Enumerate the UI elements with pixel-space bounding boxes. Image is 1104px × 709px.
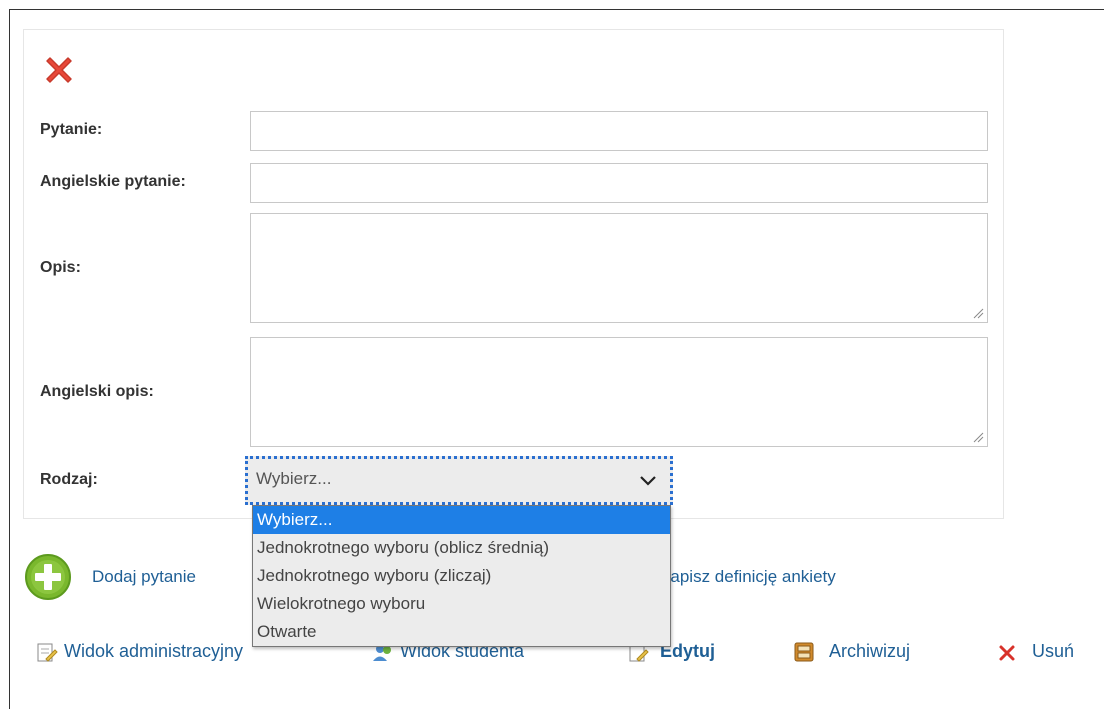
resize-grip-icon[interactable] [972, 307, 984, 319]
type-option[interactable]: Wybierz... [253, 506, 670, 534]
question-en-input[interactable] [250, 163, 988, 203]
question-label: Pytanie: [40, 121, 103, 138]
chevron-down-icon [640, 476, 656, 486]
archive-link[interactable]: Archiwizuj [829, 641, 910, 662]
description-en-textarea[interactable] [250, 337, 988, 447]
add-question-link[interactable]: Dodaj pytanie [92, 567, 196, 587]
admin-view-icon [37, 643, 58, 662]
resize-grip-icon[interactable] [972, 431, 984, 443]
type-dropdown-list: Wybierz... Jednokrotnego wyboru (oblicz … [252, 505, 671, 647]
close-icon [999, 645, 1015, 661]
delete-link[interactable]: Usuń [1032, 641, 1074, 662]
type-option[interactable]: Jednokrotnego wyboru (oblicz średnią) [253, 534, 670, 562]
type-select-value: Wybierz... [256, 469, 332, 488]
type-option[interactable]: Wielokrotnego wyboru [253, 590, 670, 618]
save-definition-link[interactable]: Zapisz definicję ankiety [660, 567, 836, 587]
question-en-label: Angielskie pytanie: [40, 173, 186, 190]
description-label: Opis: [40, 259, 81, 276]
delete-question-icon[interactable] [41, 52, 77, 88]
archive-icon [794, 642, 814, 662]
type-select[interactable]: Wybierz... [245, 456, 673, 505]
description-textarea[interactable] [250, 213, 988, 323]
description-en-label: Angielski opis: [40, 383, 154, 400]
add-question-icon[interactable] [24, 553, 72, 601]
type-option[interactable]: Otwarte [253, 618, 670, 646]
admin-view-link[interactable]: Widok administracyjny [64, 641, 243, 662]
type-label: Rodzaj: [40, 471, 98, 488]
question-input[interactable] [250, 111, 988, 151]
type-option[interactable]: Jednokrotnego wyboru (zliczaj) [253, 562, 670, 590]
